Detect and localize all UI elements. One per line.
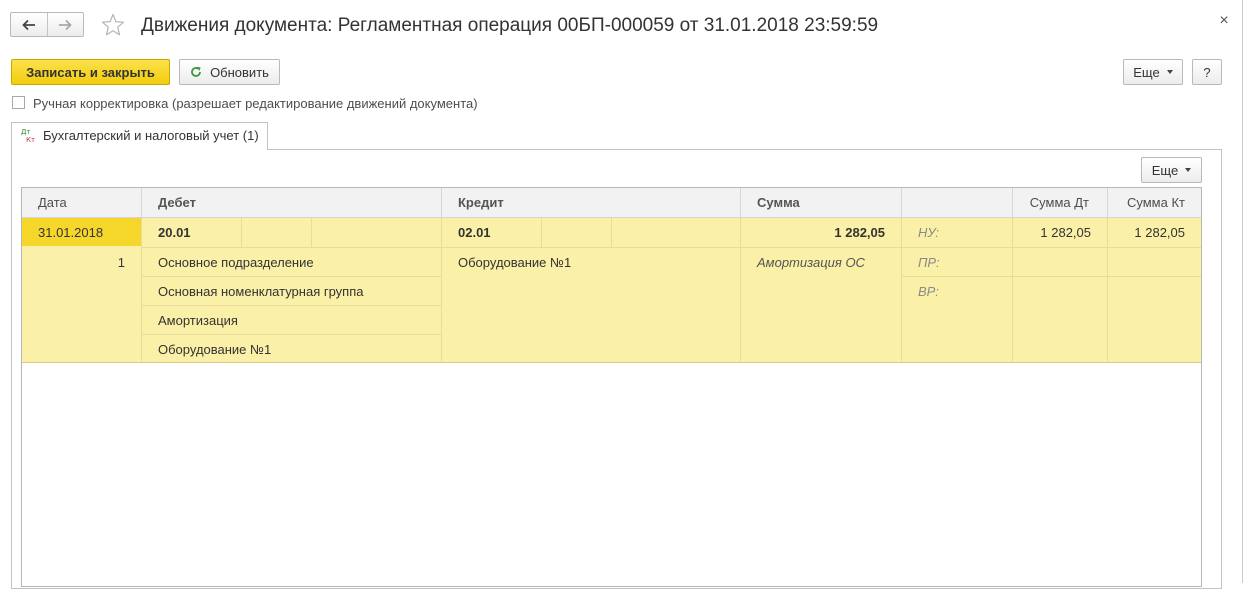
cell-debit-subconto-3[interactable]: Амортизация <box>158 306 238 335</box>
column-header-sum[interactable]: Сумма <box>741 188 902 218</box>
arrow-right-icon <box>59 19 73 30</box>
cell-sum-kt-nu[interactable]: 1 282,05 <box>1108 218 1185 247</box>
dt-kt-icon-top: Дт <box>21 128 31 136</box>
arrow-left-icon <box>21 19 35 30</box>
movements-table[interactable]: Дата Дебет Кредит Сумма Сумма Дт Сумма К… <box>21 187 1202 587</box>
back-button[interactable] <box>11 13 47 36</box>
more-menu-label: Еще <box>1133 64 1160 80</box>
save-and-close-button[interactable]: Записать и закрыть <box>11 59 170 85</box>
cell-debit-account[interactable]: 20.01 <box>158 218 191 247</box>
tab-accounting-tax-label: Бухгалтерский и налоговый учет (1) <box>43 128 259 143</box>
grid-more-menu-label: Еще <box>1151 162 1179 178</box>
column-header-credit[interactable]: Кредит <box>442 188 741 218</box>
cell-date[interactable]: 31.01.2018 <box>38 218 103 247</box>
cell-debit-subconto-1[interactable]: Основное подразделение <box>158 248 314 277</box>
cell-line-number[interactable]: 1 <box>22 248 125 277</box>
refresh-button-label: Обновить <box>210 64 269 80</box>
column-header-date[interactable]: Дата <box>22 188 142 218</box>
close-icon[interactable]: × <box>1217 13 1231 29</box>
chevron-down-icon <box>1166 70 1173 74</box>
cell-credit-account[interactable]: 02.01 <box>458 218 491 247</box>
column-header-sum-kt[interactable]: Сумма Кт <box>1108 188 1201 218</box>
refresh-icon <box>191 66 201 77</box>
label-tax-nu: НУ: <box>918 225 940 240</box>
refresh-button[interactable]: Обновить <box>179 59 280 85</box>
forward-button[interactable] <box>46 13 84 36</box>
label-tax-vr: ВР: <box>918 284 939 299</box>
cell-debit-subconto-2[interactable]: Основная номенклатурная группа <box>158 277 364 306</box>
favorite-star-icon[interactable] <box>101 13 125 37</box>
cell-content[interactable]: Амортизация ОС <box>757 248 865 277</box>
tab-accounting-tax[interactable]: Дт Кт Бухгалтерский и налоговый учет (1) <box>11 122 268 150</box>
grid-more-menu-button[interactable]: Еще <box>1141 157 1202 183</box>
window-title: Движения документа: Регламентная операци… <box>141 15 879 36</box>
chevron-down-icon <box>1185 168 1192 172</box>
help-button[interactable]: ? <box>1192 59 1222 85</box>
column-header-sum-dt[interactable]: Сумма Дт <box>1013 188 1108 218</box>
cell-sum-dt-nu[interactable]: 1 282,05 <box>1013 218 1091 247</box>
document-movements-window: Движения документа: Регламентная операци… <box>0 0 1243 589</box>
manual-edit-label[interactable]: Ручная корректировка (разрешает редактир… <box>33 96 478 111</box>
more-menu-button[interactable]: Еще <box>1123 59 1183 85</box>
column-header-tax-type[interactable] <box>902 188 1013 218</box>
label-tax-pr: ПР: <box>918 255 940 270</box>
navigation-buttons <box>10 12 84 37</box>
dt-kt-icon-bottom: Кт <box>26 136 35 144</box>
column-header-debit[interactable]: Дебет <box>142 188 442 218</box>
cell-credit-subconto-1[interactable]: Оборудование №1 <box>458 248 571 277</box>
cell-sum[interactable]: 1 282,05 <box>741 218 885 247</box>
manual-edit-checkbox[interactable] <box>12 96 25 109</box>
dt-kt-icon: Дт Кт <box>21 128 35 144</box>
cell-debit-subconto-4[interactable]: Оборудование №1 <box>158 335 271 364</box>
